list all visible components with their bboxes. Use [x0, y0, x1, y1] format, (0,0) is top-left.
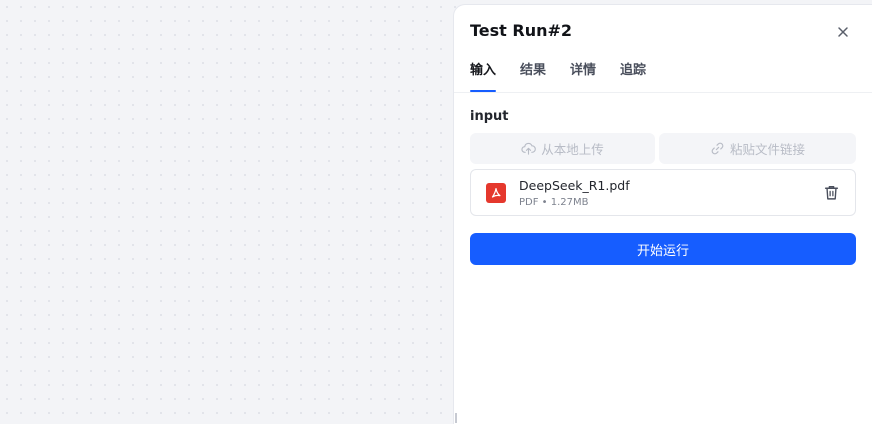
panel-title: Test Run#2 [470, 21, 573, 40]
link-icon [711, 142, 724, 155]
upload-local-button[interactable]: 从本地上传 [470, 133, 655, 164]
file-meta: PDF • 1.27MB [519, 197, 589, 208]
paste-link-label: 粘贴文件链接 [729, 142, 805, 157]
pdf-file-icon [486, 183, 506, 203]
upload-local-label: 从本地上传 [541, 142, 604, 157]
input-field-label: input [470, 109, 509, 124]
uploaded-file-card: DeepSeek_R1.pdf PDF • 1.27MB [470, 169, 856, 216]
tab-result[interactable]: 结果 [520, 59, 546, 78]
start-run-label: 开始运行 [636, 243, 689, 259]
tab-bar: 输入 结果 详情 追踪 [470, 59, 872, 93]
trash-icon[interactable] [823, 184, 840, 201]
panel-resize-handle[interactable] [455, 413, 457, 423]
tab-input[interactable]: 输入 [470, 59, 496, 78]
tab-trace[interactable]: 追踪 [620, 59, 646, 78]
tab-details[interactable]: 详情 [570, 59, 596, 78]
tab-divider [454, 92, 872, 93]
close-icon[interactable] [834, 23, 852, 41]
cloud-upload-icon [521, 142, 537, 155]
file-name: DeepSeek_R1.pdf [519, 178, 630, 193]
test-run-panel: Test Run#2 输入 结果 详情 追踪 input 从本地上传 粘贴文件链… [453, 4, 872, 424]
paste-link-button[interactable]: 粘贴文件链接 [659, 133, 856, 164]
start-run-button[interactable]: 开始运行 [470, 233, 856, 265]
